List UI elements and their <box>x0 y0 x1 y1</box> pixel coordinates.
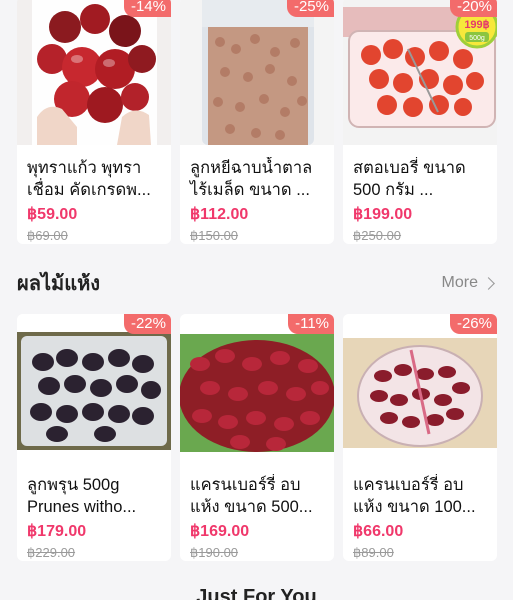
product-card[interactable]: -22% ลูกพรุน 500g Prunes witho... ฿179.0… <box>17 314 171 561</box>
price-sticker-text: 199฿ <box>464 19 489 31</box>
product-price: ฿179.00 <box>27 523 87 540</box>
just-for-you-title: Just For You <box>196 586 317 600</box>
product-card[interactable]: -26% แครนเบอร์รี่ อบแห้ง ขนาด 100... ฿66… <box>343 314 497 561</box>
discount-badge: -25% <box>286 0 334 17</box>
more-link[interactable]: More <box>442 274 497 292</box>
product-old-price: ฿229.00 <box>27 545 76 560</box>
product-image: 199฿ 500g -20% <box>343 0 497 145</box>
discount-badge: -11% <box>288 314 334 334</box>
product-card[interactable]: -25% ลูกหยีฉาบน้ำตาล ไร้เมล็ด ขนาด ... ฿… <box>180 0 334 244</box>
product-name: พุทราแก้ว พุทราเชื่อม คัดเกรดพ... <box>27 159 151 199</box>
product-price: ฿199.00 <box>353 206 413 223</box>
product-card[interactable]: 199฿ 500g -20% สตอเบอรี่ ขนาด 500 กรัม .… <box>343 0 497 244</box>
product-name: แครนเบอร์รี่ อบแห้ง ขนาด 100... <box>353 476 476 516</box>
product-price: ฿66.00 <box>353 523 404 540</box>
product-price: ฿112.00 <box>190 206 249 223</box>
product-name: ลูกพรุน 500g Prunes witho... <box>27 476 137 516</box>
product-image: -22% <box>17 314 171 462</box>
dried-fruit-row: -22% ลูกพรุน 500g Prunes witho... ฿179.0… <box>17 314 497 561</box>
product-image: -14% <box>17 0 171 145</box>
product-price: ฿59.00 <box>27 206 78 223</box>
product-name: ลูกหยีฉาบน้ำตาล ไร้เมล็ด ขนาด ... <box>190 159 313 199</box>
product-card[interactable]: -14% พุทราแก้ว พุทราเชื่อม คัดเกรดพ... ฿… <box>17 0 171 244</box>
product-price: ฿169.00 <box>190 523 250 540</box>
top-product-row: -14% พุทราแก้ว พุทราเชื่อม คัดเกรดพ... ฿… <box>17 0 497 244</box>
product-card[interactable]: -11% แครนเบอร์รี่ อบแห้ง ขนาด 500... ฿16… <box>180 314 334 561</box>
product-image: -25% <box>180 0 334 145</box>
discount-badge: -26% <box>449 314 497 334</box>
product-name: สตอเบอรี่ ขนาด 500 กรัม ... <box>353 159 466 199</box>
discount-badge: -22% <box>123 314 171 334</box>
product-old-price: ฿69.00 <box>27 228 68 243</box>
product-image: -26% <box>343 314 497 462</box>
price-sticker-subtext: 500g <box>469 35 485 42</box>
product-old-price: ฿250.00 <box>353 228 402 243</box>
product-image: -11% <box>180 314 334 462</box>
section-header: ผลไม้แห้ง More <box>17 268 497 298</box>
product-old-price: ฿89.00 <box>353 545 394 560</box>
product-old-price: ฿150.00 <box>190 228 239 243</box>
product-old-price: ฿190.00 <box>190 545 239 560</box>
discount-badge: -20% <box>449 0 497 17</box>
section-title: ผลไม้แห้ง <box>17 273 101 295</box>
product-name: แครนเบอร์รี่ อบแห้ง ขนาด 500... <box>190 476 313 516</box>
more-label: More <box>441 274 478 291</box>
chevron-right-icon <box>482 276 495 290</box>
discount-badge: -14% <box>123 0 171 17</box>
